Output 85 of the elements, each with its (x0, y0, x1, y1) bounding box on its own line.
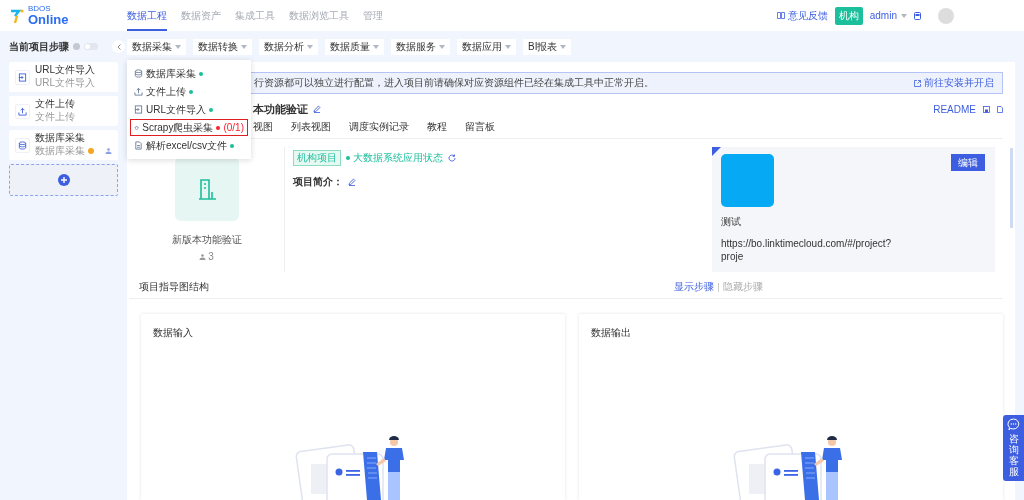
caret-icon (439, 44, 445, 49)
section-title: 项目指导图结构 (139, 280, 209, 294)
import-icon (134, 105, 143, 114)
toolbar-dropdown[interactable]: BI报表 (523, 38, 572, 55)
menu-item[interactable]: URL文件导入 (130, 101, 248, 118)
edit-icon[interactable] (348, 178, 356, 186)
menu-item[interactable]: 文件上传 (130, 83, 248, 100)
upload-icon (134, 87, 143, 96)
step-subtitle: URL文件导入 (35, 76, 95, 90)
caret-icon (505, 44, 511, 49)
org-badge: 机构 (834, 6, 863, 25)
logo-icon (10, 7, 24, 24)
refresh-icon[interactable] (448, 154, 456, 162)
step-title: URL文件导入 (35, 64, 95, 76)
step-card[interactable]: 文件上传 文件上传 (9, 96, 118, 126)
caret-icon (560, 44, 567, 49)
support-button[interactable]: 咨询客服 (1003, 415, 1024, 481)
chat-icon (1007, 418, 1020, 431)
card-name: 测试 (721, 215, 742, 229)
caret-icon (373, 44, 379, 49)
view-tab[interactable]: 教程 (427, 120, 447, 134)
toolbar-dropdown[interactable]: 数据应用 (457, 38, 516, 55)
building-icon (196, 178, 217, 200)
feedback-link[interactable]: 意见反馈 (776, 8, 828, 23)
tablet-icon[interactable] (914, 11, 921, 20)
menu-item[interactable]: 解析excel/csv文件 (130, 137, 248, 154)
save-icon[interactable] (983, 105, 990, 113)
steps-toggle[interactable] (84, 43, 98, 50)
view-tab[interactable]: 视图 (253, 120, 273, 134)
panel-title: 数据输入 (153, 326, 193, 340)
info-icon (73, 43, 80, 50)
member-count: 3 (208, 251, 214, 262)
corner-mark (712, 147, 721, 156)
project-name: 新版本功能验证 (171, 233, 242, 247)
install-link[interactable]: 前往安装并开启 (914, 76, 994, 90)
edit-button[interactable]: 编辑 (951, 154, 985, 171)
step-subtitle: 文件上传 (35, 110, 75, 124)
project-url[interactable]: proje (721, 251, 744, 262)
database-icon (18, 140, 27, 150)
toolbar-dropdown[interactable]: 数据分析 (259, 38, 318, 55)
caret-icon (901, 13, 907, 18)
step-card[interactable]: 数据库采集 数据库采集 (9, 130, 118, 160)
view-tab[interactable]: 调度实例记录 (349, 120, 409, 134)
project-logo (721, 154, 774, 207)
import-icon (18, 72, 27, 82)
menu-item[interactable]: Scrapy爬虫采集 (0/1) (130, 119, 248, 136)
step-subtitle: 数据库采集 (35, 144, 85, 158)
logo-caption: BDOS (28, 5, 52, 13)
caret-icon (175, 44, 181, 49)
book-icon (776, 12, 785, 19)
upload-icon (18, 106, 27, 116)
project-url[interactable]: https://bo.linktimecloud.com/#/project? (721, 238, 892, 249)
project-title: 本功能验证 (253, 101, 308, 117)
toolbar-dropdown[interactable]: 数据服务 (391, 38, 450, 55)
external-link-icon (914, 79, 921, 87)
banner-text: 行资源都可以独立进行配置，进入项目前请确保对应资源组件已经在集成工具中正常开启。 (254, 76, 654, 90)
edit-icon[interactable] (313, 105, 321, 113)
step-card[interactable]: URL文件导入 URL文件导入 (9, 62, 118, 92)
file-icon (134, 141, 143, 150)
step-title: 数据库采集 (35, 132, 86, 144)
toolbar-dropdown[interactable]: 数据转换 (193, 38, 252, 55)
toolbar-dropdown[interactable]: 数据采集 (127, 38, 186, 55)
user-menu[interactable]: admin (869, 10, 907, 21)
people-icon (199, 253, 207, 260)
document-icon[interactable] (997, 105, 1003, 113)
intro-label: 项目简介： (293, 175, 343, 189)
chevron-left-icon (116, 43, 121, 50)
view-tab[interactable]: 留言板 (465, 120, 495, 134)
logo-name: Online (28, 13, 69, 26)
caret-icon (307, 44, 313, 49)
panel-title: 数据输出 (591, 326, 631, 340)
scrollbar[interactable] (1010, 148, 1013, 228)
add-step-button[interactable] (9, 164, 118, 196)
caret-icon (241, 44, 247, 49)
toolbar-dropdown[interactable]: 数据质量 (325, 38, 384, 55)
steps-title: 当前项目步骤 (9, 39, 69, 54)
plus-icon (57, 174, 70, 186)
step-title: 文件上传 (35, 98, 75, 110)
step-toggle-link[interactable]: 显示步骤 (674, 280, 714, 294)
readme-link[interactable]: README (933, 103, 976, 115)
menu-item[interactable]: 数据库采集 (130, 65, 248, 82)
view-tab[interactable]: 列表视图 (291, 120, 331, 134)
collapse-button[interactable] (112, 40, 125, 53)
database-icon (134, 69, 143, 78)
project-tag: 机构项目 (293, 150, 341, 166)
